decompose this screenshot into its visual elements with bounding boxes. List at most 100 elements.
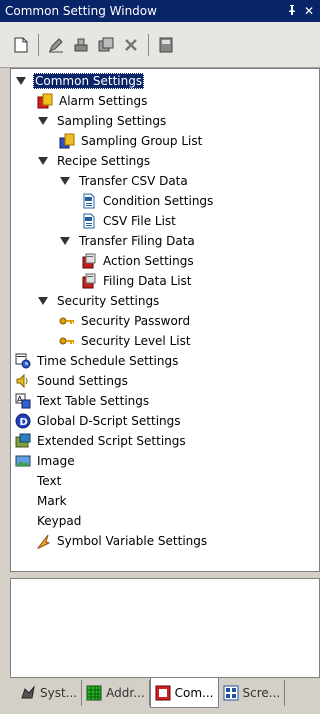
- address-grid-icon: [86, 685, 102, 701]
- tree-node-security-password[interactable]: Security Password: [59, 311, 192, 331]
- tree-node-label: Sound Settings: [37, 374, 128, 388]
- tree-node-extended-script-settings[interactable]: Extended Script Settings: [15, 431, 188, 451]
- toolbar-separator: [38, 33, 39, 56]
- tab-bar: Syst... Addr... Com... Scre...: [0, 678, 320, 714]
- duplicate-icon: [98, 37, 114, 51]
- tab-label: Syst...: [40, 686, 78, 700]
- tree-node-time-schedule-settings[interactable]: Time Schedule Settings: [15, 351, 180, 371]
- tree-node-label: Sampling Group List: [81, 134, 203, 148]
- tree-node-filing-data-list[interactable]: Filing Data List: [81, 271, 194, 291]
- tab-label: Com...: [174, 685, 214, 700]
- toolbar: [0, 22, 320, 68]
- screen-list-icon: [223, 685, 239, 701]
- tree-node-csv-file-list[interactable]: CSV File List: [81, 211, 178, 231]
- expand-arrow-icon[interactable]: [59, 235, 71, 247]
- tree-node-sampling-settings[interactable]: Sampling Settings: [37, 111, 168, 131]
- tab-system[interactable]: Syst...: [16, 680, 83, 706]
- dscript-icon: D: [15, 413, 31, 429]
- pencil-icon: [49, 37, 63, 52]
- tree-node-action-settings[interactable]: Action Settings: [81, 251, 196, 271]
- duplicate-button[interactable]: [95, 34, 117, 56]
- close-icon[interactable]: ✕: [302, 4, 316, 18]
- tree-node-label: Text Table Settings: [37, 394, 150, 408]
- tree-node-keypad[interactable]: Keypad: [35, 511, 83, 531]
- tree-node-label: Security Settings: [57, 294, 160, 308]
- tab-screen[interactable]: Scre...: [219, 680, 286, 706]
- svg-text:D: D: [20, 417, 28, 428]
- symbol-variable-icon: [35, 533, 51, 549]
- tree-node-label: Symbol Variable Settings: [57, 534, 208, 548]
- sampling-group-icon: [59, 133, 75, 149]
- tree-node-label: Security Level List: [81, 334, 191, 348]
- filing-data-icon: [81, 253, 97, 269]
- tree-node-label: Security Password: [81, 314, 191, 328]
- tree-node-transfer-csv-data[interactable]: Transfer CSV Data: [59, 171, 190, 191]
- calendar-clock-icon: [15, 353, 31, 369]
- text-table-icon: A: [15, 393, 31, 409]
- tree-node-label: Keypad: [37, 514, 82, 528]
- expand-arrow-icon[interactable]: [15, 75, 27, 87]
- tree-node-security-settings[interactable]: Security Settings: [37, 291, 161, 311]
- tab-label: Addr...: [106, 686, 145, 700]
- tab-label: Scre...: [242, 686, 281, 700]
- expand-arrow-icon[interactable]: [37, 295, 49, 307]
- tree-node-label: Alarm Settings: [59, 94, 148, 108]
- tree-node-label: Mark: [37, 494, 67, 508]
- delete-icon: [125, 38, 137, 51]
- pin-icon[interactable]: [285, 4, 299, 18]
- properties-button[interactable]: [155, 34, 177, 56]
- tree-node-security-level-list[interactable]: Security Level List: [59, 331, 193, 351]
- tree-node-transfer-filing-data[interactable]: Transfer Filing Data: [59, 231, 197, 251]
- filing-data-icon: [81, 273, 97, 289]
- properties-icon: [159, 37, 173, 52]
- detail-pane[interactable]: [10, 578, 320, 678]
- expand-arrow-icon[interactable]: [59, 175, 71, 187]
- tree-node-label: Sampling Settings: [57, 114, 167, 128]
- tree-node-sampling-group-list[interactable]: Sampling Group List: [59, 131, 204, 151]
- tree-node-label: Action Settings: [103, 254, 194, 268]
- csv-file-icon: [81, 213, 97, 229]
- tree-node-text[interactable]: Text: [35, 471, 63, 491]
- tree-node-symbol-variable-settings[interactable]: Symbol Variable Settings: [35, 531, 209, 551]
- toolbar-separator: [148, 33, 149, 56]
- edit-button[interactable]: [45, 34, 67, 56]
- key-icon: [59, 333, 75, 349]
- alarm-icon: [37, 93, 53, 109]
- tree-node-label: Common Settings: [33, 73, 145, 89]
- tree-node-recipe-settings[interactable]: Recipe Settings: [37, 151, 152, 171]
- tree-node-label: Transfer Filing Data: [79, 234, 195, 248]
- tree-node-image[interactable]: Image: [15, 451, 77, 471]
- expand-arrow-icon[interactable]: [37, 115, 49, 127]
- delete-button[interactable]: [120, 34, 142, 56]
- tree-node-sound-settings[interactable]: Sound Settings: [15, 371, 130, 391]
- expand-arrow-icon[interactable]: [37, 155, 49, 167]
- tree-node-text-table-settings[interactable]: A Text Table Settings: [15, 391, 151, 411]
- tab-common[interactable]: Com...: [149, 678, 219, 708]
- csv-file-icon: [81, 193, 97, 209]
- tree-node-mark[interactable]: Mark: [35, 491, 69, 511]
- tree-node-label: Image: [37, 454, 75, 468]
- window-title-bar: Common Setting Window ✕: [0, 0, 320, 22]
- stamp-button[interactable]: [70, 34, 92, 56]
- common-settings-icon: [155, 685, 171, 701]
- tree-node-label: CSV File List: [103, 214, 176, 228]
- new-button[interactable]: [10, 34, 32, 56]
- tab-address[interactable]: Addr...: [82, 680, 150, 706]
- tree-node-label: Condition Settings: [103, 194, 214, 208]
- tree-node-condition-settings[interactable]: Condition Settings: [81, 191, 215, 211]
- speaker-icon: [15, 373, 31, 389]
- new-icon: [14, 37, 28, 52]
- tree-node-label: Extended Script Settings: [37, 434, 186, 448]
- tree-node-alarm-settings[interactable]: Alarm Settings: [37, 91, 149, 111]
- tree-node-label: Global D-Script Settings: [37, 414, 181, 428]
- tree-node-common-settings[interactable]: Common Settings: [15, 71, 145, 91]
- settings-tree[interactable]: Common Settings Alarm Settings Sampling …: [10, 68, 320, 572]
- key-icon: [59, 313, 75, 329]
- image-icon: [15, 453, 31, 469]
- window-title: Common Setting Window: [5, 4, 157, 18]
- tree-node-label: Time Schedule Settings: [37, 354, 179, 368]
- tree-node-label: Text: [37, 474, 62, 488]
- tree-node-global-dscript-settings[interactable]: D Global D-Script Settings: [15, 411, 183, 431]
- tree-node-label: Recipe Settings: [57, 154, 151, 168]
- tree-node-label: Transfer CSV Data: [79, 174, 188, 188]
